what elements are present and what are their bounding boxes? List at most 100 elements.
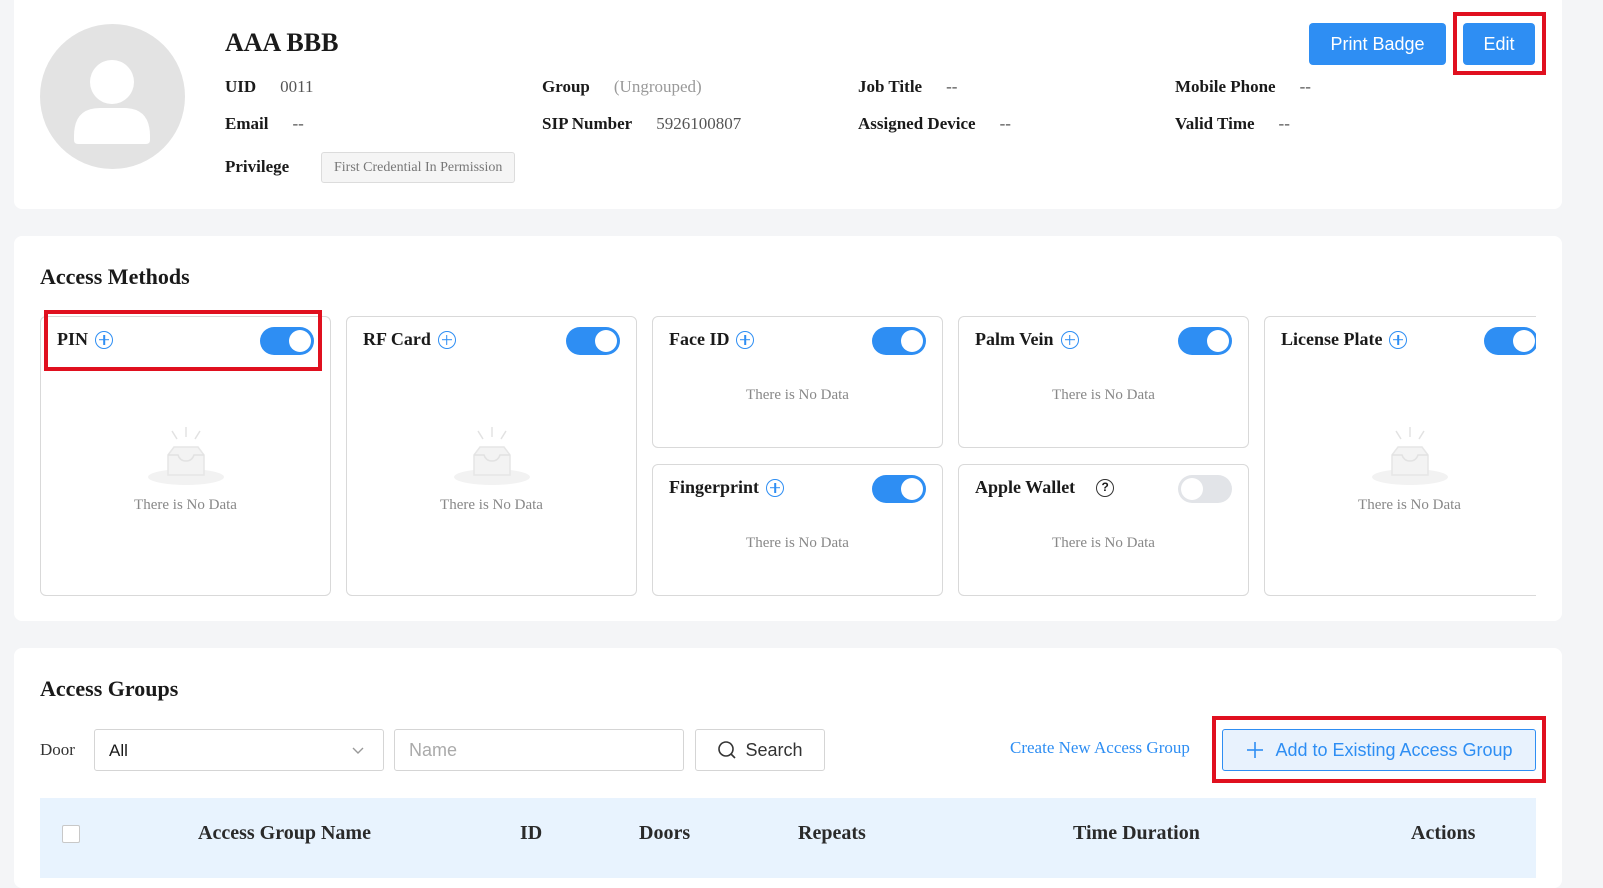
empty-text: There is No Data — [746, 387, 849, 403]
method-label-face-id: Face ID — [669, 329, 730, 349]
access-methods-card: Access Methods PIN There is No Data RF C… — [14, 236, 1562, 621]
sip-number-label: SIP Number — [542, 114, 633, 133]
search-button[interactable]: Search — [695, 729, 825, 771]
valid-time-value: -- — [1278, 114, 1290, 133]
job-title-field: Job Title -- — [858, 77, 957, 97]
toggle-face-id[interactable] — [872, 327, 926, 355]
empty-text: There is No Data — [1052, 535, 1155, 551]
door-select[interactable]: All — [94, 729, 384, 771]
method-card-license-plate: License Plate There is No Data — [1264, 316, 1536, 596]
sip-number-field: SIP Number 5926100807 — [542, 114, 741, 134]
door-filter-label: Door — [40, 740, 75, 759]
method-card-pin: PIN There is No Data — [40, 316, 331, 596]
toggle-apple-wallet[interactable] — [1178, 475, 1232, 503]
add-to-existing-access-group-button[interactable]: Add to Existing Access Group — [1222, 729, 1536, 771]
toggle-pin[interactable] — [260, 327, 314, 355]
method-label-fingerprint: Fingerprint — [669, 477, 759, 497]
valid-time-field: Valid Time -- — [1175, 114, 1290, 134]
plus-circle-icon[interactable] — [1060, 330, 1079, 349]
method-header-pin: PIN — [57, 329, 113, 350]
uid-field: UID 0011 — [225, 77, 314, 97]
method-label-license-plate: License Plate — [1281, 329, 1383, 349]
create-access-group-link[interactable]: Create New Access Group — [1010, 738, 1190, 758]
avatar — [40, 24, 185, 169]
search-icon — [718, 741, 737, 759]
method-card-face-id: Face ID There is No Data — [652, 316, 943, 448]
edit-button[interactable]: Edit — [1463, 23, 1535, 65]
access-methods-title: Access Methods — [40, 264, 190, 289]
print-badge-button[interactable]: Print Badge — [1309, 23, 1446, 65]
user-icon — [74, 60, 150, 144]
toggle-palm-vein[interactable] — [1178, 327, 1232, 355]
empty-box-icon — [1371, 427, 1448, 485]
privilege-label: Privilege — [225, 157, 290, 176]
plus-circle-icon[interactable] — [437, 330, 456, 349]
email-label: Email — [225, 114, 269, 133]
group-field: Group (Ungrouped) — [542, 77, 702, 97]
column-id[interactable]: ID — [520, 822, 542, 845]
method-label-apple-wallet: Apple Wallet — [975, 477, 1076, 497]
plus-icon — [1247, 742, 1264, 758]
access-groups-table-header: Access Group Name ID Doors Repeats Time … — [40, 798, 1536, 878]
method-label-rf-card: RF Card — [363, 329, 431, 349]
empty-text: There is No Data — [1052, 387, 1155, 403]
method-card-palm-vein: Palm Vein There is No Data — [958, 316, 1249, 448]
method-header-license-plate: License Plate — [1281, 329, 1408, 350]
sip-number-value: 5926100807 — [656, 114, 742, 133]
column-doors[interactable]: Doors — [639, 822, 690, 845]
access-groups-card: Access Groups Door All Search Create New… — [14, 648, 1562, 888]
method-card-rf-card: RF Card There is No Data — [346, 316, 637, 596]
method-header-fingerprint: Fingerprint — [669, 477, 784, 498]
email-field: Email -- — [225, 114, 304, 134]
plus-circle-icon[interactable] — [736, 330, 755, 349]
access-methods-list: PIN There is No Data RF Card There is No… — [40, 316, 1536, 596]
column-time-duration[interactable]: Time Duration — [1073, 822, 1200, 845]
plus-circle-icon[interactable] — [1389, 330, 1408, 349]
add-to-existing-label: Add to Existing Access Group — [1275, 739, 1513, 760]
plus-circle-icon[interactable] — [766, 478, 784, 497]
group-value: (Ungrouped) — [613, 77, 702, 96]
search-button-label: Search — [745, 739, 803, 760]
valid-time-label: Valid Time — [1175, 114, 1255, 133]
column-actions: Actions — [1411, 822, 1476, 844]
email-value: -- — [292, 114, 304, 133]
empty-text: There is No Data — [134, 497, 237, 513]
method-header-face-id: Face ID — [669, 329, 755, 350]
assigned-device-field: Assigned Device -- — [858, 114, 1011, 134]
privilege-tag: First Credential In Permission — [321, 152, 516, 183]
select-all-checkbox[interactable] — [62, 825, 80, 843]
chevron-down-icon — [352, 747, 364, 754]
toggle-rf-card[interactable] — [566, 327, 620, 355]
uid-value: 0011 — [280, 77, 314, 96]
toggle-fingerprint[interactable] — [872, 475, 926, 503]
empty-box-icon — [147, 427, 224, 485]
user-name: AAA BBB — [225, 28, 339, 57]
group-label: Group — [542, 77, 590, 96]
method-label-pin: PIN — [57, 329, 88, 349]
method-card-fingerprint: Fingerprint There is No Data — [652, 464, 943, 596]
method-header-rf-card: RF Card — [363, 329, 456, 350]
plus-circle-icon[interactable] — [95, 330, 113, 349]
privilege-field: Privilege — [225, 157, 289, 177]
method-label-palm-vein: Palm Vein — [975, 329, 1054, 349]
question-circle-icon[interactable]: ? — [1096, 478, 1115, 497]
column-access-group-name[interactable]: Access Group Name — [198, 822, 371, 845]
uid-label: UID — [225, 77, 257, 96]
mobile-phone-field: Mobile Phone -- — [1175, 77, 1311, 97]
assigned-device-label: Assigned Device — [858, 114, 976, 133]
mobile-phone-label: Mobile Phone — [1175, 77, 1276, 96]
job-title-value: -- — [946, 77, 958, 96]
access-groups-title: Access Groups — [40, 676, 179, 701]
assigned-device-value: -- — [999, 114, 1011, 133]
toggle-license-plate[interactable] — [1484, 327, 1536, 355]
profile-card: AAA BBB UID 0011 Group (Ungrouped) Job Tit… — [14, 0, 1562, 209]
method-header-apple-wallet: Apple Wallet ? — [975, 477, 1115, 498]
empty-box-icon — [453, 427, 530, 485]
door-select-value: All — [109, 741, 128, 760]
mobile-phone-value: -- — [1299, 77, 1311, 96]
column-repeats[interactable]: Repeats — [798, 822, 866, 845]
method-header-palm-vein: Palm Vein — [975, 329, 1079, 350]
empty-text: There is No Data — [746, 535, 849, 551]
empty-text: There is No Data — [440, 497, 543, 513]
name-search-input[interactable] — [394, 729, 684, 771]
